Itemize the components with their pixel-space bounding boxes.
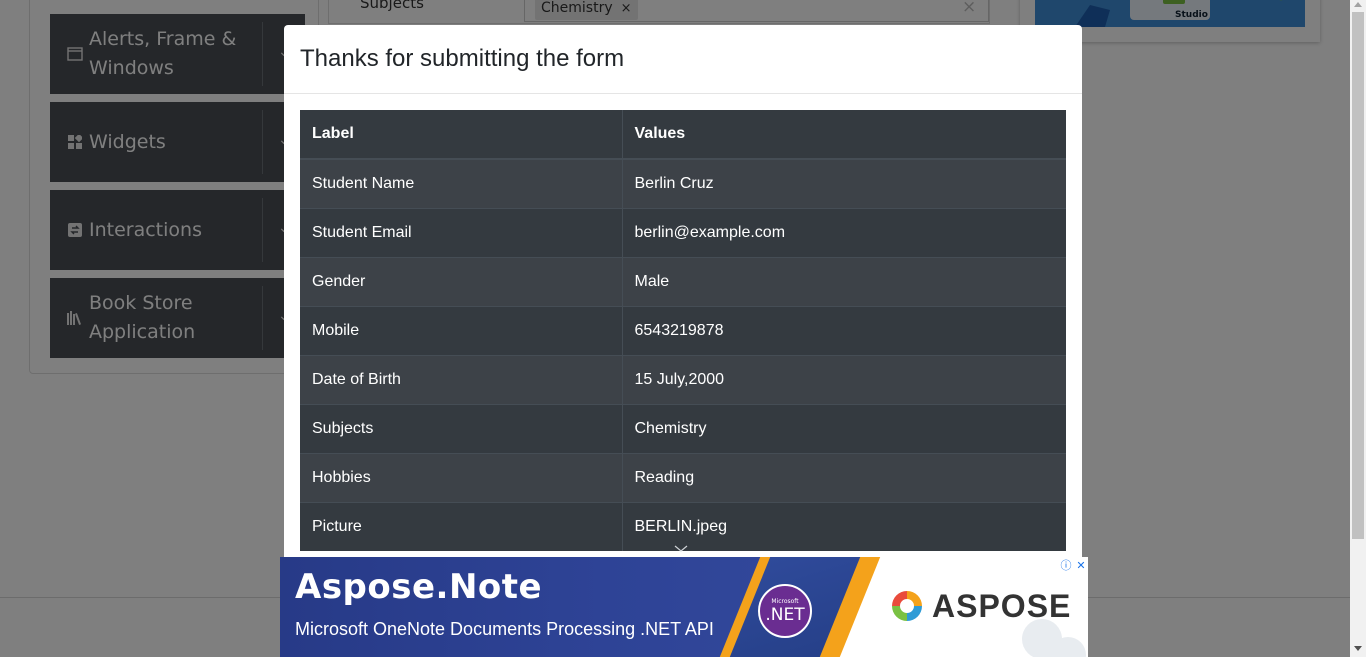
row-label: Student Name	[300, 158, 623, 208]
table-row: Date of Birth 15 July,2000	[300, 354, 1066, 404]
scroll-down-icon[interactable]	[1354, 646, 1362, 651]
row-label: Gender	[300, 256, 623, 306]
ad-title: Aspose.Note	[295, 567, 543, 607]
row-label: Mobile	[300, 305, 623, 355]
row-value: 6543219878	[622, 305, 1066, 355]
scroll-thumb[interactable]	[1352, 12, 1364, 539]
table-row: Hobbies Reading	[300, 452, 1066, 502]
table-row: Student Email berlin@example.com	[300, 207, 1066, 257]
aspose-logo: ASPOSE	[888, 587, 1071, 625]
row-value: Chemistry	[622, 403, 1066, 453]
dotnet-badge: Microsoft .NET	[758, 584, 812, 638]
ad-close-icon[interactable]: ✕	[1076, 559, 1085, 572]
column-header-label: Label	[300, 110, 623, 160]
ad-info-icon[interactable]: ⓘ	[1060, 557, 1071, 573]
row-label: Date of Birth	[300, 354, 623, 404]
aspose-swirl-icon	[892, 591, 922, 621]
page-scrollbar[interactable]	[1350, 0, 1366, 657]
badge-top-text: Microsoft	[771, 598, 799, 605]
row-value: Male	[622, 256, 1066, 306]
table-row: Student Name Berlin Cruz	[300, 158, 1066, 208]
ad-controls: ⓘ ✕	[1058, 557, 1088, 573]
ad-subtitle: Microsoft OneNote Documents Processing .…	[295, 619, 714, 639]
row-label: Subjects	[300, 403, 623, 453]
badge-main-text: .NET	[765, 605, 805, 625]
table-row: Gender Male	[300, 256, 1066, 306]
row-value: 15 July,2000	[622, 354, 1066, 404]
table-header-row: Label Values	[300, 110, 1066, 160]
column-header-values: Values	[622, 110, 1066, 160]
row-label: Hobbies	[300, 452, 623, 502]
row-label: Picture	[300, 501, 623, 551]
row-value: berlin@example.com	[622, 207, 1066, 257]
results-table: Label Values Student Name Berlin Cruz St…	[300, 110, 1066, 551]
row-label: Student Email	[300, 207, 623, 257]
row-value: Berlin Cruz	[622, 158, 1066, 208]
chevron-down-icon	[674, 545, 688, 552]
table-row: Subjects Chemistry	[300, 403, 1066, 453]
advertisement-banner[interactable]: Aspose.Note Microsoft OneNote Documents …	[280, 557, 1088, 657]
row-value: BERLIN.jpeg	[622, 501, 1066, 551]
modal-title: Thanks for submitting the form	[300, 45, 625, 72]
row-value: Reading	[622, 452, 1066, 502]
scroll-up-icon[interactable]	[1354, 2, 1362, 7]
modal-body: Label Values Student Name Berlin Cruz St…	[284, 94, 1082, 567]
aspose-brand-text: ASPOSE	[932, 587, 1072, 624]
table-row: Mobile 6543219878	[300, 305, 1066, 355]
modal-header: Thanks for submitting the form	[284, 25, 1082, 94]
table-row: Picture BERLIN.jpeg	[300, 501, 1066, 551]
